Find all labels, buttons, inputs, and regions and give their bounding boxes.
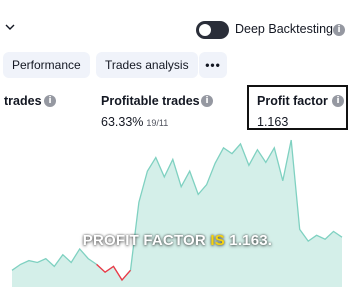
info-icon[interactable] [44, 95, 56, 107]
more-options-button[interactable]: ••• [199, 52, 227, 78]
profit-factor-highlight [247, 85, 348, 130]
tab-performance[interactable]: Performance [3, 52, 90, 78]
metric-title-trades: trades [4, 94, 42, 108]
metric-title-profitable-trades: Profitable trades [101, 94, 200, 108]
chevron-down-icon[interactable] [5, 22, 15, 32]
toggle-knob [199, 24, 211, 36]
info-icon[interactable] [201, 95, 213, 107]
metric-value-profitable-trades: 63.33% 19/11 [101, 115, 168, 129]
equity-area [12, 140, 342, 287]
profitable-percent: 63.33% [101, 115, 144, 129]
backtest-header: Deep Backtesting [0, 0, 355, 46]
tab-trades-analysis[interactable]: Trades analysis [96, 52, 198, 78]
caption-part3: 1.163. [224, 232, 273, 249]
equity-chart [11, 139, 343, 287]
profitable-count: 19/11 [146, 118, 169, 128]
caption-part2: IS [210, 232, 225, 249]
caption-part1: PROFIT FACTOR [82, 232, 211, 249]
deep-backtesting-toggle[interactable] [196, 21, 229, 39]
deep-backtesting-label: Deep Backtesting [235, 22, 333, 36]
info-icon[interactable] [333, 24, 345, 36]
subtitle-caption: PROFIT FACTOR IS 1.163. [0, 232, 355, 249]
